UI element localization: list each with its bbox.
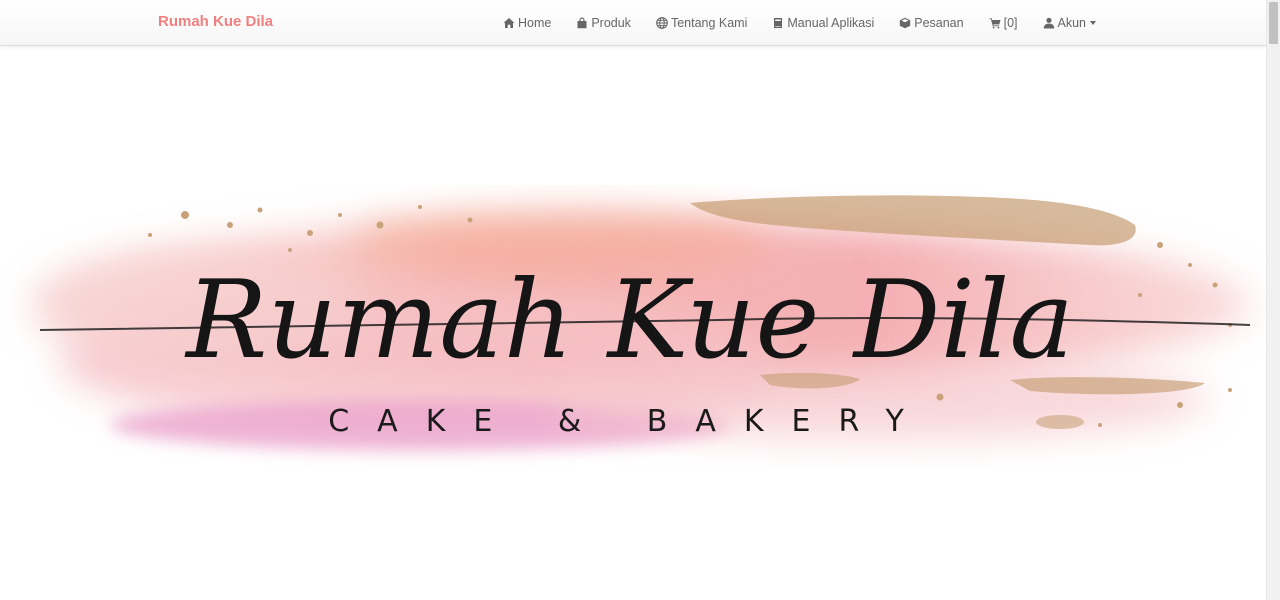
nav-item-akun[interactable]: Akun xyxy=(1043,16,1096,30)
brand-link[interactable]: Rumah Kue Dila xyxy=(158,13,273,30)
nav-item-cart[interactable]: [0] xyxy=(989,16,1018,30)
logo-subtitle: CAKE & BAKERY xyxy=(328,404,932,439)
nav-item-label: Akun xyxy=(1057,16,1087,30)
nav-item-label: Pesanan xyxy=(914,16,964,30)
box-icon xyxy=(899,17,911,29)
nav-item-label: Tentang Kami xyxy=(670,16,748,30)
hero-logo: Rumah Kue Dila CAKE & BAKERY xyxy=(0,185,1266,470)
shopping-bag-icon xyxy=(576,17,588,29)
nav-item-home[interactable]: Home xyxy=(503,16,551,30)
nav-item-produk[interactable]: Produk xyxy=(576,16,631,30)
home-icon xyxy=(503,17,515,29)
scrollbar-thumb[interactable] xyxy=(1269,2,1278,44)
page: Rumah Kue Dila Home Produk Tentang Kami … xyxy=(0,0,1280,600)
nav-item-manual-aplikasi[interactable]: Manual Aplikasi xyxy=(772,16,874,30)
nav-item-label: Home xyxy=(517,16,552,30)
cart-icon xyxy=(989,17,1001,29)
chevron-down-icon xyxy=(1090,21,1096,25)
nav-item-tentang-kami[interactable]: Tentang Kami xyxy=(656,16,747,30)
page-scrollbar[interactable] xyxy=(1266,0,1280,600)
nav-menu: Home Produk Tentang Kami Manual Aplikasi… xyxy=(478,0,1096,46)
nav-item-label: Manual Aplikasi xyxy=(787,16,875,30)
cart-count: [0] xyxy=(1003,16,1018,30)
navbar: Rumah Kue Dila Home Produk Tentang Kami … xyxy=(0,0,1266,46)
nav-item-label: Produk xyxy=(591,16,631,30)
user-icon xyxy=(1043,17,1055,29)
book-icon xyxy=(772,17,784,29)
nav-item-pesanan[interactable]: Pesanan xyxy=(899,16,964,30)
globe-icon xyxy=(656,17,668,29)
logo-artwork: Rumah Kue Dila CAKE & BAKERY xyxy=(30,195,1251,450)
